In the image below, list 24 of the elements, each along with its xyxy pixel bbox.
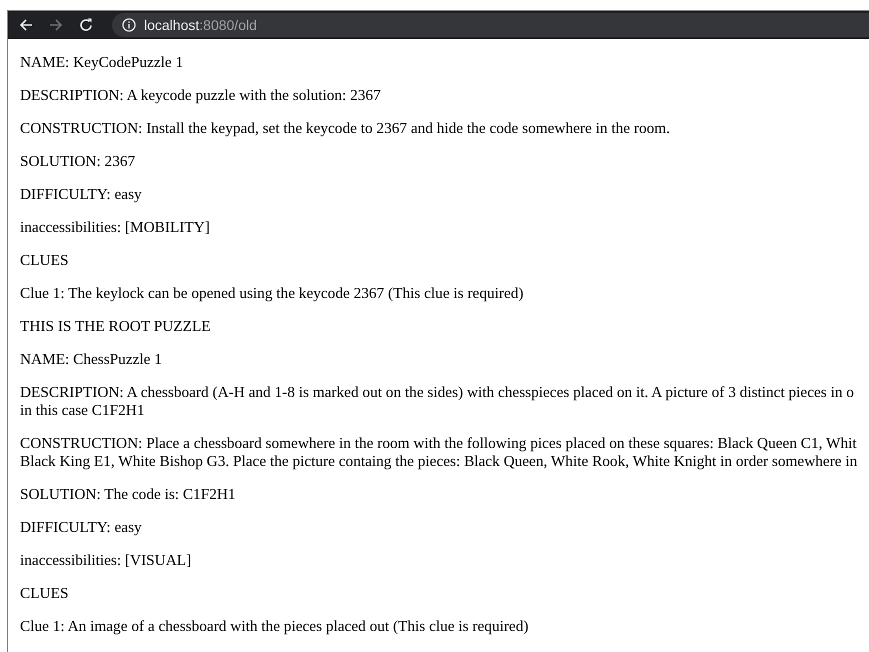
forward-icon[interactable] xyxy=(48,17,64,33)
text-line: CONSTRUCTION: Install the keypad, set the keycode to 2367 and hide the code somewhere in the room. xyxy=(20,120,671,138)
text-line: inaccessibilities: [VISUAL] xyxy=(20,552,192,570)
info-icon[interactable] xyxy=(122,18,136,32)
text-line: Clue 1: An image of a chessboard with the pieces placed out (This clue is required) xyxy=(20,618,530,636)
text-line: DESCRIPTION: A chessboard (A-H and 1-8 is marked out on the sides) with chesspieces placed on it. A picture of 3 distinct pieces in o xyxy=(20,384,855,402)
reload-icon[interactable] xyxy=(78,17,94,33)
back-icon[interactable] xyxy=(18,17,34,33)
address-bar[interactable]: localhost:8080/old xyxy=(112,13,869,37)
text-line: Clue 1: The keylock can be opened using the keycode 2367 (This clue is required) xyxy=(20,285,525,303)
text-line: CLUES xyxy=(20,585,70,603)
text-line: SOLUTION: 2367 xyxy=(20,153,136,171)
text-line: CONSTRUCTION: Place a chessboard somewhere in the room with the following pices placed on these squares: Black Queen C1, Whit xyxy=(20,435,858,453)
text-line: CLUES xyxy=(20,252,70,270)
text-line: DIFFICULTY: easy xyxy=(20,519,143,537)
text-line: NAME: KeyCodePuzzle 1 xyxy=(20,54,184,72)
text-line: NAME: ChessPuzzle 1 xyxy=(20,351,163,369)
text-line: THIS IS THE ROOT PUZZLE xyxy=(20,318,212,336)
text-line: SOLUTION: The code is: C1F2H1 xyxy=(20,486,237,504)
text-line: DESCRIPTION: A keycode puzzle with the solution: 2367 xyxy=(20,87,382,105)
text-line: inaccessibilities: [MOBILITY] xyxy=(20,219,211,237)
text-line: in this case C1F2H1 xyxy=(20,402,146,420)
text-line: DIFFICULTY: easy xyxy=(20,186,143,204)
text-line: Black King E1, White Bishop G3. Place the picture containg the pieces: Black Queen, White Rook, White Knight in order somewhere in xyxy=(20,453,858,471)
